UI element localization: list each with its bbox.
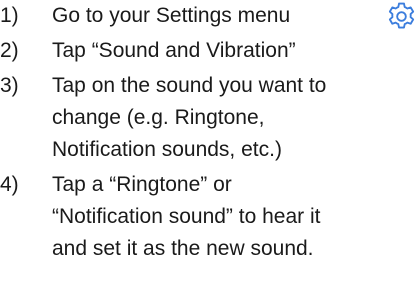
step-number: 3) (0, 74, 19, 97)
instructions-list: 1) Go to your Settings menu 2) Tap “Soun… (0, 0, 418, 268)
gear-icon (388, 2, 415, 29)
step-number: 2) (0, 39, 19, 62)
step-text: Go to your Settings menu (52, 4, 291, 27)
step-4: 4) Tap a “Ringtone” or “Notification sou… (0, 169, 418, 265)
step-2: 2) Tap “Sound and Vibration” (0, 35, 418, 67)
step-number: 1) (0, 4, 19, 27)
step-text: Tap “Sound and Vibration” (52, 39, 296, 62)
step-1: 1) Go to your Settings menu (0, 0, 418, 32)
step-number: 4) (0, 173, 19, 196)
step-text: Tap on the sound you want to change (e.g… (52, 74, 327, 161)
step-3: 3) Tap on the sound you want to change (… (0, 70, 418, 166)
step-text: Tap a “Ringtone” or “Notification sound”… (52, 173, 321, 260)
